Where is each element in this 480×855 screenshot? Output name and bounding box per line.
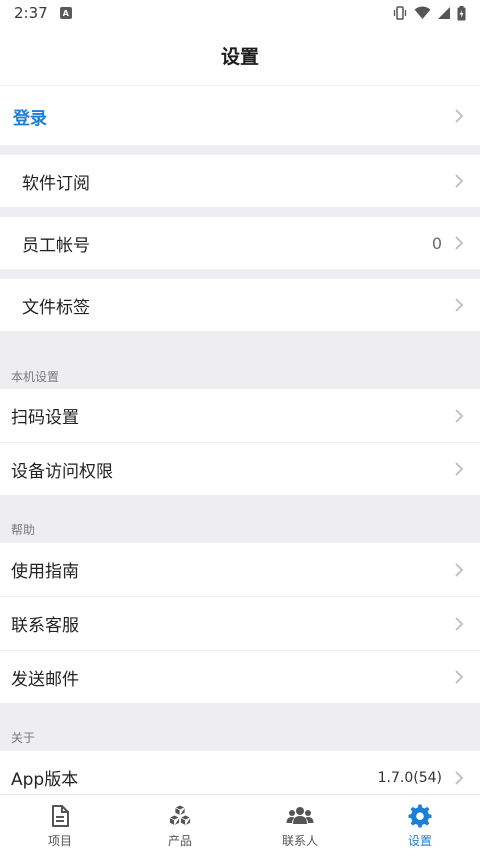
chevron-right-icon <box>455 408 464 423</box>
user-guide-label: 使用指南 <box>11 562 79 582</box>
chevron-right-icon <box>455 236 464 250</box>
app-version-label: App版本 <box>11 770 79 790</box>
nav-settings[interactable]: 设置 <box>360 795 480 855</box>
gear-icon <box>408 804 432 828</box>
help-section-title: 帮助 <box>11 523 36 537</box>
nav-contacts[interactable]: 联系人 <box>240 795 360 855</box>
scan-settings-label: 扫码设置 <box>11 408 79 428</box>
app-version-value: 1.7.0(54) <box>377 769 442 786</box>
nav-projects[interactable]: 项目 <box>0 795 120 855</box>
document-icon <box>52 805 69 827</box>
app-version-row[interactable]: App版本 1.7.0(54) <box>0 751 480 794</box>
staff-accounts-row[interactable]: 员工帐号 0 <box>0 217 480 269</box>
staff-accounts-label: 员工帐号 <box>22 235 90 256</box>
vibrate-icon <box>393 6 407 20</box>
chevron-right-icon <box>455 670 464 684</box>
nav-contacts-label: 联系人 <box>281 834 318 848</box>
contact-support-label: 联系客服 <box>11 616 79 636</box>
scan-settings-row[interactable]: 扫码设置 <box>0 389 480 442</box>
bottom-nav: 项目 产品 联系人 设置 <box>0 794 480 855</box>
status-icons <box>392 5 466 21</box>
people-icon <box>286 807 314 824</box>
software-subscription-label: 软件订阅 <box>22 173 90 194</box>
device-permissions-label: 设备访问权限 <box>11 461 113 482</box>
local-settings-section-title: 本机设置 <box>11 370 60 384</box>
nav-projects-label: 项目 <box>47 834 72 848</box>
app-bar: 设置 <box>0 26 480 86</box>
chevron-right-icon <box>455 462 464 476</box>
chevron-right-icon <box>455 174 464 188</box>
send-email-label: 发送邮件 <box>11 669 79 690</box>
about-section-title: 关于 <box>11 731 36 745</box>
staff-accounts-count: 0 <box>431 233 442 253</box>
send-email-row[interactable]: 发送邮件 <box>0 651 480 703</box>
nav-products[interactable]: 产品 <box>120 795 240 855</box>
battery-icon <box>457 5 466 20</box>
software-subscription-row[interactable]: 软件订阅 <box>0 155 480 207</box>
status-bar: 2:37 A <box>0 0 480 26</box>
chevron-right-icon <box>455 562 464 577</box>
login-label: 登录 <box>13 108 47 129</box>
chevron-right-icon <box>455 298 464 312</box>
wifi-icon <box>414 6 431 19</box>
contact-support-row[interactable]: 联系客服 <box>0 597 480 650</box>
login-row[interactable]: 登录 <box>0 87 480 145</box>
user-guide-row[interactable]: 使用指南 <box>0 543 480 596</box>
nav-products-label: 产品 <box>167 834 192 848</box>
chevron-right-icon <box>455 770 464 785</box>
a-icon: A <box>59 7 72 19</box>
chevron-right-icon <box>455 616 464 631</box>
file-tags-row[interactable]: 文件标签 <box>0 279 480 331</box>
page-title: 设置 <box>220 46 259 68</box>
settings-list[interactable]: 登录 软件订阅 员工帐号 0 文件标签 本机设置 扫码设置 设备访问权限 帮助 … <box>0 87 480 794</box>
file-tags-label: 文件标签 <box>22 297 90 318</box>
chevron-right-icon <box>455 109 464 123</box>
boxes-icon <box>168 804 192 827</box>
signal-icon <box>438 7 450 19</box>
device-permissions-row[interactable]: 设备访问权限 <box>0 443 480 495</box>
nav-settings-label: 设置 <box>407 834 432 848</box>
status-time: 2:37 <box>14 4 48 22</box>
